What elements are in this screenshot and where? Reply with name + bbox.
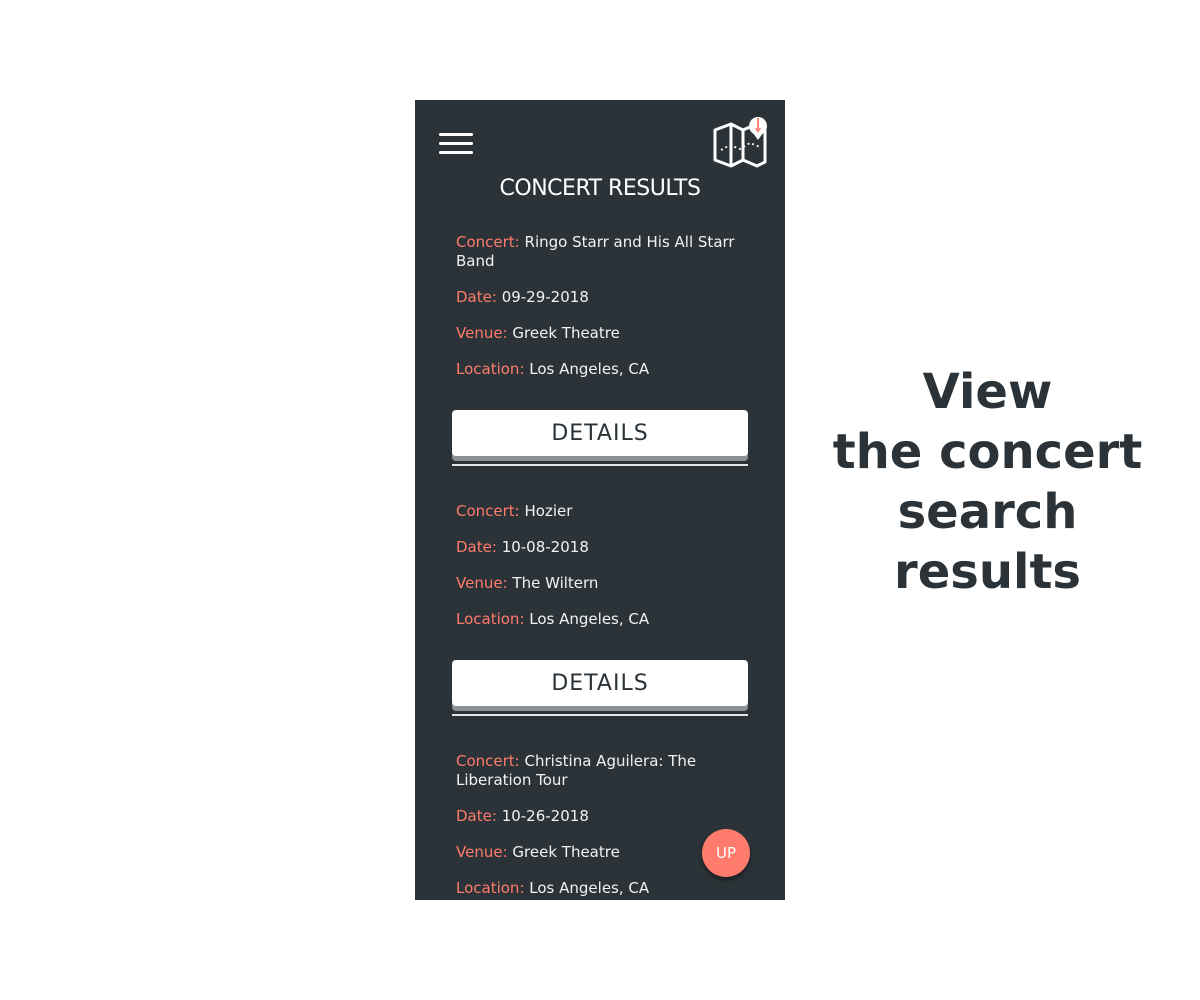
- venue-field: Venue: The Wiltern: [456, 574, 745, 593]
- result-card: Concert: Hozier Date: 10-08-2018 Venue: …: [415, 502, 785, 716]
- date-field: Date: 09-29-2018: [456, 288, 745, 307]
- result-card: Concert: Ringo Starr and His All Starr B…: [415, 233, 785, 466]
- stage: CONCERT RESULTS Concert: Ringo Starr and…: [0, 0, 1200, 1000]
- caption-line: View: [922, 364, 1053, 420]
- concert-location: Los Angeles, CA: [529, 610, 650, 628]
- location-label: Location:: [456, 610, 525, 628]
- date-label: Date:: [456, 538, 497, 556]
- concert-venue: The Wiltern: [512, 574, 599, 592]
- venue-field: Venue: Greek Theatre: [456, 324, 745, 343]
- venue-label: Venue:: [456, 574, 508, 592]
- details-button[interactable]: DETAILS: [452, 410, 748, 456]
- concert-label: Concert:: [456, 502, 520, 520]
- location-label: Location:: [456, 360, 525, 378]
- concert-field: Concert: Hozier: [456, 502, 745, 521]
- caption-line: results: [894, 544, 1081, 600]
- date-label: Date:: [456, 807, 497, 825]
- location-field: Location: Los Angeles, CA: [456, 360, 745, 379]
- concert-date: 09-29-2018: [501, 288, 589, 306]
- phone-screen: CONCERT RESULTS Concert: Ringo Starr and…: [415, 100, 785, 900]
- scroll-up-button[interactable]: UP: [702, 829, 750, 877]
- concert-date: 10-26-2018: [501, 807, 589, 825]
- location-field: Location: Los Angeles, CA: [456, 610, 745, 629]
- concert-location: Los Angeles, CA: [529, 360, 650, 378]
- caption-line: search: [897, 484, 1078, 540]
- location-field: Location: Los Angeles, CA: [456, 879, 745, 898]
- concert-date: 10-08-2018: [501, 538, 589, 556]
- page-title: CONCERT RESULTS: [499, 176, 701, 201]
- concert-field: Concert: Christina Aguilera: The Liberat…: [456, 752, 745, 790]
- details-button[interactable]: DETAILS: [452, 660, 748, 706]
- concert-name: Hozier: [524, 502, 573, 520]
- divider: [452, 714, 748, 716]
- concert-venue: Greek Theatre: [512, 324, 620, 342]
- concert-field: Concert: Ringo Starr and His All Starr B…: [456, 233, 745, 271]
- venue-label: Venue:: [456, 843, 508, 861]
- concert-label: Concert:: [456, 752, 520, 770]
- caption-line: the concert: [832, 424, 1143, 480]
- map-pin-logo-icon[interactable]: [712, 114, 770, 170]
- venue-label: Venue:: [456, 324, 508, 342]
- divider: [452, 464, 748, 466]
- concert-location: Los Angeles, CA: [529, 879, 650, 897]
- date-field: Date: 10-08-2018: [456, 538, 745, 557]
- caption: View the concert search results: [830, 362, 1145, 602]
- results-list: Concert: Ringo Starr and His All Starr B…: [415, 233, 785, 900]
- concert-label: Concert:: [456, 233, 520, 251]
- location-label: Location:: [456, 879, 525, 897]
- date-field: Date: 10-26-2018: [456, 807, 745, 826]
- hamburger-menu-icon[interactable]: [439, 133, 473, 157]
- date-label: Date:: [456, 288, 497, 306]
- concert-venue: Greek Theatre: [512, 843, 620, 861]
